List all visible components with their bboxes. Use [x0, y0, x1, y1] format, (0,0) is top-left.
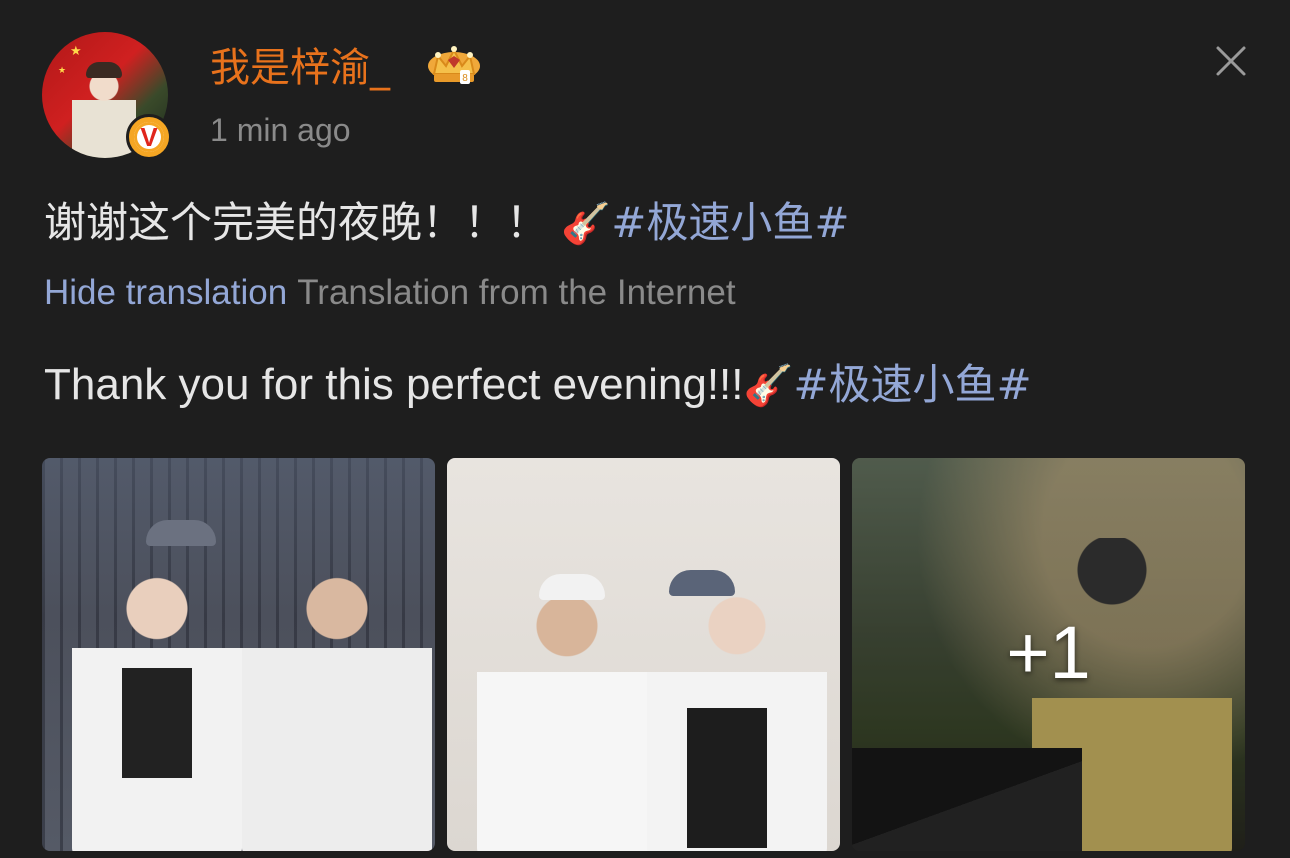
- verified-v-icon: V: [126, 114, 172, 160]
- guitar-emoji: 🎸: [743, 364, 794, 408]
- photo-thumbnail-2[interactable]: [447, 458, 840, 851]
- more-photos-count: +1: [1006, 611, 1091, 694]
- hashtag-link[interactable]: #极速小鱼#: [611, 198, 849, 247]
- photo-cap: [146, 520, 216, 546]
- avatar-hair: [86, 62, 122, 78]
- weibo-post: ★ ★ V 我是梓渝_ 8 1 min ago 谢谢这个完美的夜晚！！！ 🎸#极…: [0, 0, 1290, 858]
- photo-thumbnail-3[interactable]: +1: [852, 458, 1245, 851]
- guitar-emoji: 🎸: [561, 201, 612, 247]
- hide-translation-link[interactable]: Hide translation: [44, 273, 287, 312]
- hashtag-link[interactable]: #极速小鱼#: [793, 360, 1031, 409]
- post-original-text: 谢谢这个完美的夜晚！！！ 🎸#极速小鱼#: [44, 190, 850, 257]
- translation-row: Hide translation Translation from the Int…: [44, 270, 736, 316]
- photo-figure: [477, 588, 657, 851]
- post-translated-text: Thank you for this perfect evening!!!🎸#极…: [44, 352, 1032, 419]
- username[interactable]: 我是梓渝_: [210, 42, 390, 94]
- photo-cap: [669, 570, 735, 596]
- close-icon[interactable]: [1214, 44, 1248, 78]
- photo-graphic-print: [122, 668, 192, 778]
- avatar[interactable]: ★ ★ V: [42, 32, 172, 160]
- photo-thumbnail-1[interactable]: [42, 458, 435, 851]
- photo-figure: [242, 568, 432, 851]
- flag-star-icon: ★: [70, 44, 82, 59]
- translated-text: Thank you for this perfect evening!!!: [44, 360, 744, 409]
- photo-cap: [539, 574, 605, 600]
- flag-star-icon: ★: [58, 66, 67, 76]
- photo-graphic-print: [687, 708, 767, 848]
- verified-badge-letter: V: [134, 122, 164, 152]
- crown-badge-icon: 8: [428, 46, 480, 84]
- translation-source: Translation from the Internet: [297, 273, 736, 312]
- svg-text:8: 8: [462, 73, 468, 84]
- post-timestamp: 1 min ago: [210, 112, 351, 148]
- original-text: 谢谢这个完美的夜晚！！！: [44, 198, 549, 247]
